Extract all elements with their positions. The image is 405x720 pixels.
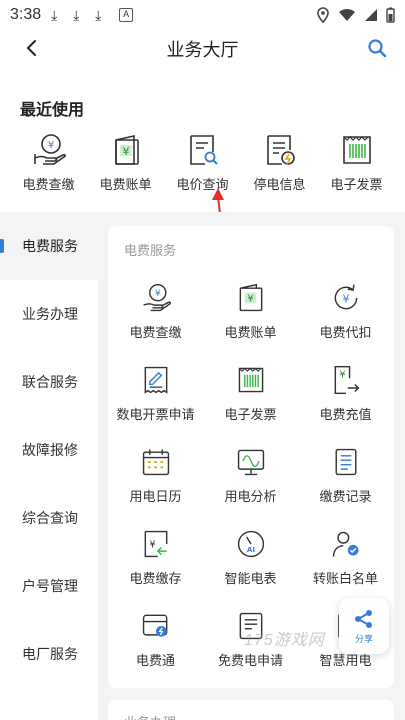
svg-text:¥: ¥ xyxy=(122,145,129,158)
analysis-icon xyxy=(237,449,264,476)
svg-text:¥: ¥ xyxy=(149,540,155,551)
auto-debit-icon: ¥ xyxy=(334,284,357,310)
service-label: 智能电表 xyxy=(224,571,277,586)
svg-text:¥: ¥ xyxy=(47,140,53,151)
search-button[interactable] xyxy=(363,33,391,63)
sidebar-item-repair[interactable]: 故障报修 xyxy=(0,416,98,484)
sidebar-item-query[interactable]: 综合查询 xyxy=(0,484,98,552)
e-invoice-icon xyxy=(342,136,371,164)
service-deposit[interactable]: ¥ 电费缴存 xyxy=(108,520,203,602)
service-label: 用电日历 xyxy=(129,489,182,504)
service-label: 电费账单 xyxy=(224,325,277,340)
service-label: 数电开票申请 xyxy=(116,407,195,422)
sidebar-item-joint-service[interactable]: 联合服务 xyxy=(0,348,98,416)
service-wallet[interactable]: ¥ 电费账单 xyxy=(203,274,298,356)
font-icon: A xyxy=(119,8,134,22)
download-icon: ⤓ xyxy=(51,6,58,23)
service-label: 电费充值 xyxy=(319,407,372,422)
invoice-apply-icon xyxy=(144,366,167,394)
service-label: 电费缴存 xyxy=(129,571,182,586)
service-label: 电费通 xyxy=(135,653,175,668)
service-label: 电费代扣 xyxy=(319,325,372,340)
recent-item-outage-info[interactable]: 停电信息 xyxy=(241,132,318,193)
outage-info-icon xyxy=(266,135,295,165)
recent-item-label: 电子发票 xyxy=(330,177,383,192)
battery-icon xyxy=(386,7,395,23)
wallet-icon: ¥ xyxy=(114,135,139,165)
recharge-icon: ¥ xyxy=(334,365,359,395)
recent-item-bill-pay[interactable]: ¥ 电费查缴 xyxy=(10,132,87,193)
service-calendar[interactable]: 用电日历 xyxy=(108,438,203,520)
recent-item-e-invoice[interactable]: 电子发票 xyxy=(318,132,395,193)
service-auto-debit[interactable]: ¥ 电费代扣 xyxy=(298,274,393,356)
service-label: 免费电申请 xyxy=(217,653,283,668)
page-title: 业务大厅 xyxy=(166,40,239,60)
service-label: 缴费记录 xyxy=(319,489,372,504)
recent-item-wallet[interactable]: ¥ 电费账单 xyxy=(87,132,164,193)
service-bill-pay[interactable]: ¥ 电费查缴 xyxy=(108,274,203,356)
e-invoice-icon xyxy=(238,367,263,393)
location-icon xyxy=(317,7,329,23)
search-icon xyxy=(368,39,387,58)
wallet-icon: ¥ xyxy=(239,283,262,312)
wifi-icon xyxy=(339,8,355,21)
recent-list: ¥ 电费查缴 ¥ 电费账单 电价查询 停电信息 电子发票 xyxy=(10,132,395,193)
records-icon xyxy=(335,448,356,476)
status-time: 3:38 xyxy=(10,6,42,23)
price-query-icon xyxy=(189,135,218,165)
sidebar: 电费服务 业务办理 联合服务 故障报修 综合查询 户号管理 电厂服务 xyxy=(0,212,98,688)
sidebar-item-account[interactable]: 户号管理 xyxy=(0,552,98,620)
service-analysis[interactable]: 用电分析 xyxy=(203,438,298,520)
svg-text:¥: ¥ xyxy=(339,369,345,380)
status-bar: 3:38 ⤓ ⤓ ⤓ A xyxy=(0,0,405,30)
service-label: 转账白名单 xyxy=(312,571,378,586)
service-e-invoice[interactable]: 电子发票 xyxy=(203,356,298,438)
smart-meter-icon: AI xyxy=(237,530,264,558)
recent-title: 最近使用 xyxy=(20,102,85,119)
whitelist-icon xyxy=(332,531,358,557)
svg-text:¥: ¥ xyxy=(247,294,253,305)
sidebar-item-plant[interactable]: 电厂服务 xyxy=(0,620,98,688)
service-label: 电费查缴 xyxy=(129,325,182,340)
service-records[interactable]: 缴费记录 xyxy=(298,438,393,520)
service-smart-meter[interactable]: AI 智能电表 xyxy=(203,520,298,602)
svg-text:¥: ¥ xyxy=(154,289,160,299)
bill-pay-icon: ¥ xyxy=(33,134,66,165)
app-header: 业务大厅 xyxy=(0,30,405,66)
bill-card-icon xyxy=(142,614,167,637)
service-invoice-apply[interactable]: 数电开票申请 xyxy=(108,356,203,438)
next-section-title: 业务办理 xyxy=(124,712,176,720)
svg-text:¥: ¥ xyxy=(342,292,349,305)
signal-icon xyxy=(365,9,377,21)
bill-pay-icon: ¥ xyxy=(142,283,171,312)
sidebar-item-business[interactable]: 业务办理 xyxy=(0,280,98,348)
share-button[interactable]: 分享 xyxy=(339,598,389,654)
download-icon: ⤓ xyxy=(95,6,102,23)
section-title: 电费服务 xyxy=(124,243,177,258)
calendar-icon xyxy=(142,449,169,476)
sidebar-item-bill-service[interactable]: 电费服务 xyxy=(0,212,98,280)
watermark: 175游戏网 xyxy=(244,632,325,649)
service-whitelist[interactable]: 转账白名单 xyxy=(298,520,393,602)
deposit-icon: ¥ xyxy=(144,530,167,558)
recent-item-price-query[interactable]: 电价查询 xyxy=(164,132,241,193)
service-bill-card[interactable]: 电费通 xyxy=(108,602,203,684)
svg-text:AI: AI xyxy=(246,545,254,554)
recent-item-label: 电费账单 xyxy=(99,177,152,192)
next-section-card: 业务办理 xyxy=(108,700,394,720)
share-label: 分享 xyxy=(354,633,373,644)
service-recharge[interactable]: ¥ 电费充值 xyxy=(298,356,393,438)
download-icon: ⤓ xyxy=(73,6,80,23)
service-label: 用电分析 xyxy=(224,489,277,504)
service-label: 电子发票 xyxy=(224,407,277,422)
recent-item-label: 停电信息 xyxy=(253,177,306,192)
share-icon xyxy=(355,609,372,628)
recent-item-label: 电费查缴 xyxy=(22,177,75,192)
